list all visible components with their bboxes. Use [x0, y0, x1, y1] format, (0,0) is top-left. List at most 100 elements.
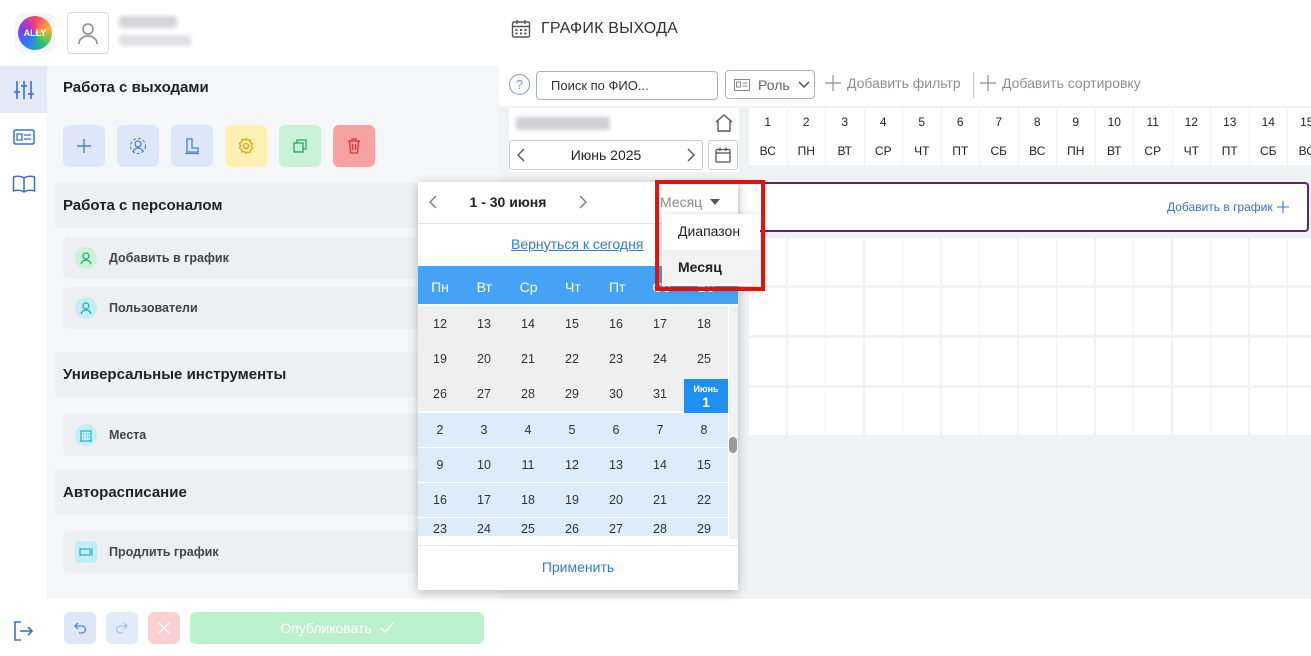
schedule-cell[interactable] — [749, 288, 786, 335]
apply-button[interactable]: Применить — [418, 559, 738, 575]
schedule-cell[interactable] — [749, 388, 786, 435]
menu-add-to-schedule[interactable]: Добавить в график — [63, 237, 423, 279]
role-filter-select[interactable]: Роль — [725, 70, 815, 99]
logout-button[interactable] — [12, 620, 34, 645]
calendar-day[interactable]: 19 — [550, 483, 594, 517]
picker-scrollbar[interactable] — [729, 306, 738, 539]
schedule-cell[interactable] — [980, 338, 1017, 385]
avatar[interactable] — [67, 12, 109, 54]
calendar-day[interactable]: 25 — [682, 342, 726, 376]
calendar-day[interactable]: 8 — [682, 413, 726, 447]
calendar-day[interactable]: 14 — [506, 307, 550, 341]
schedule-cell[interactable] — [1211, 238, 1248, 285]
menu-places[interactable]: Места — [63, 414, 423, 456]
schedule-cell[interactable] — [787, 288, 825, 335]
calendar-day[interactable]: 3 — [462, 413, 506, 447]
schedule-cell[interactable] — [1249, 288, 1287, 335]
calendar-day[interactable]: 12 — [418, 307, 462, 341]
schedule-cell[interactable] — [980, 288, 1017, 335]
schedule-cell[interactable] — [1172, 288, 1210, 335]
schedule-cell[interactable] — [1249, 388, 1287, 435]
menu-extend-schedule[interactable]: Продлить график — [63, 531, 423, 573]
calendar-day[interactable]: 24 — [462, 518, 506, 536]
calendar-day[interactable]: 26 — [418, 377, 462, 411]
schedule-cell[interactable] — [1211, 338, 1248, 385]
schedule-cell[interactable] — [1057, 388, 1094, 435]
calendar-day[interactable]: 10 — [462, 448, 506, 482]
schedule-cell[interactable] — [980, 388, 1017, 435]
schedule-cell[interactable] — [1057, 338, 1094, 385]
schedule-cell[interactable] — [1288, 288, 1311, 335]
schedule-cell[interactable] — [980, 238, 1017, 285]
rail-item-id-card[interactable] — [0, 113, 47, 160]
schedule-cell[interactable] — [1095, 288, 1133, 335]
schedule-cell[interactable] — [1134, 388, 1171, 435]
calendar-day[interactable]: 29 — [550, 377, 594, 411]
schedule-cell[interactable] — [941, 388, 979, 435]
schedule-cell[interactable] — [1172, 338, 1210, 385]
menu-users[interactable]: Пользователи — [63, 287, 423, 329]
schedule-cell[interactable] — [1134, 338, 1171, 385]
calendar-day[interactable]: 25 — [506, 518, 550, 536]
settings-button[interactable] — [225, 125, 267, 167]
back-to-today-link[interactable]: Вернуться к сегодня — [511, 236, 643, 252]
calendar-day[interactable]: 21 — [506, 342, 550, 376]
calendar-day[interactable]: 22 — [550, 342, 594, 376]
schedule-cell[interactable] — [1095, 238, 1133, 285]
schedule-cell[interactable] — [941, 238, 979, 285]
help-button[interactable]: ? — [509, 74, 530, 95]
schedule-cell[interactable] — [1057, 288, 1094, 335]
chevron-right-icon[interactable] — [686, 148, 696, 162]
calendar-day[interactable]: 17 — [462, 483, 506, 517]
schedule-cell[interactable] — [1018, 388, 1056, 435]
chevron-right-icon[interactable] — [578, 195, 588, 209]
calendar-day[interactable]: 19 — [418, 342, 462, 376]
month-selector[interactable]: Июнь 2025 — [509, 140, 703, 170]
schedule-cell[interactable] — [903, 388, 940, 435]
publish-button[interactable]: Опубликовать — [190, 612, 484, 644]
calendar-day[interactable]: 28 — [506, 377, 550, 411]
schedule-cell[interactable] — [1172, 238, 1210, 285]
schedule-cell[interactable] — [1018, 238, 1056, 285]
add-sort-button[interactable]: Добавить сортировку — [980, 75, 1141, 91]
chevron-left-icon[interactable] — [516, 148, 526, 162]
calendar-day[interactable]: 18 — [682, 307, 726, 341]
calendar-day[interactable]: 23 — [418, 518, 462, 536]
calendar-day[interactable]: 7 — [638, 413, 682, 447]
calendar-day[interactable]: 21 — [638, 483, 682, 517]
calendar-day[interactable]: 2 — [418, 413, 462, 447]
calendar-day-selected[interactable]: Июнь 1 — [684, 379, 728, 413]
find-user-button[interactable] — [117, 125, 159, 167]
schedule-cell[interactable] — [941, 338, 979, 385]
calendar-day[interactable]: 20 — [594, 483, 638, 517]
schedule-cell[interactable] — [903, 238, 940, 285]
search-input[interactable]: Поиск по ФИО... — [536, 71, 718, 100]
schedule-cell[interactable] — [903, 338, 940, 385]
calendar-day[interactable]: 17 — [638, 307, 682, 341]
calendar-day[interactable]: 30 — [594, 377, 638, 411]
delete-button[interactable] — [333, 125, 375, 167]
copy-button[interactable] — [279, 125, 321, 167]
app-logo[interactable]: ALLY — [15, 13, 55, 53]
calendar-day[interactable]: 15 — [550, 307, 594, 341]
calendar-day[interactable]: 4 — [506, 413, 550, 447]
calendar-day[interactable]: 26 — [550, 518, 594, 536]
calendar-day[interactable]: 5 — [550, 413, 594, 447]
calendar-day[interactable]: 16 — [418, 483, 462, 517]
calendar-day[interactable]: 6 — [594, 413, 638, 447]
schedule-cell[interactable] — [941, 288, 979, 335]
home-button[interactable] — [714, 113, 734, 136]
calendar-day[interactable]: 31 — [638, 377, 682, 411]
schedule-cell[interactable] — [1018, 288, 1056, 335]
schedule-cell[interactable] — [787, 338, 825, 385]
schedule-cell[interactable] — [1134, 238, 1171, 285]
schedule-cell[interactable] — [1095, 388, 1133, 435]
schedule-cell[interactable] — [826, 388, 863, 435]
calendar-picker-button[interactable] — [708, 140, 738, 170]
schedule-cell[interactable] — [1018, 338, 1056, 385]
schedule-cell[interactable] — [1288, 338, 1311, 385]
chevron-left-icon[interactable] — [428, 195, 438, 209]
schedule-cell[interactable] — [1134, 288, 1171, 335]
calendar-day[interactable]: 28 — [638, 518, 682, 536]
schedule-cell[interactable] — [1057, 238, 1094, 285]
